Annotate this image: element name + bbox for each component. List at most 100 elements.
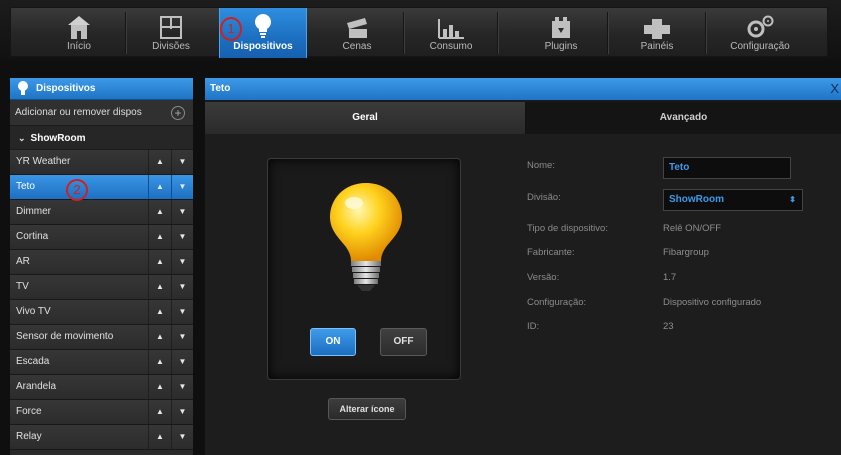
add-remove-devices[interactable]: Adicionar ou remover dispos + (10, 100, 193, 126)
device-item[interactable]: AR ▲ ▼ (10, 250, 193, 275)
nav-configuracao-label: Configuração (730, 41, 790, 52)
move-up-icon[interactable]: ▲ (149, 350, 171, 374)
tipo-label: Tipo de dispositivo: (527, 223, 608, 234)
device-detail-panel: Teto X Geral Avançado ON OFF Alterar íco… (205, 78, 841, 455)
prop-configuracao: Configuração: Dispositivo configurado (527, 297, 827, 311)
device-item[interactable]: TV ▲ ▼ (10, 275, 193, 300)
nav-plugins[interactable]: Plugins (517, 8, 605, 58)
room-group-header[interactable]: ⌄ ShowRoom (10, 126, 193, 150)
device-name: Force (16, 406, 42, 417)
move-down-icon[interactable]: ▼ (171, 150, 193, 174)
detail-tabs: Geral Avançado (205, 102, 841, 134)
home-icon (35, 13, 123, 39)
device-item[interactable]: Escada ▲ ▼ (10, 350, 193, 375)
prop-id: ID: 23 (527, 321, 827, 335)
room-select[interactable]: ShowRoom ⬍ (663, 189, 803, 211)
nav-cenas[interactable]: Cenas (313, 8, 401, 58)
configuracao-value: Dispositivo configurado (663, 297, 762, 308)
device-name: Arandela (16, 381, 57, 392)
device-icon-box: ON OFF (267, 158, 461, 380)
device-item[interactable]: Vivo TV ▲ ▼ (10, 300, 193, 325)
device-item[interactable]: Relay ▲ ▼ (10, 425, 193, 450)
move-up-icon[interactable]: ▲ (149, 150, 171, 174)
tab-geral[interactable]: Geral (205, 102, 526, 134)
detail-title: Teto (210, 83, 231, 94)
room-name: ShowRoom (30, 133, 86, 144)
devices-panel: Dispositivos Adicionar ou remover dispos… (10, 78, 193, 455)
devices-panel-header: Dispositivos (10, 78, 193, 100)
device-item[interactable]: YR Weather ▲ ▼ (10, 150, 193, 175)
move-up-icon[interactable]: ▲ (149, 250, 171, 274)
device-item-selected[interactable]: Teto ▲ ▼ (10, 175, 193, 200)
nav-paineis[interactable]: Painéis (613, 8, 701, 58)
device-name: Sensor de movimento (16, 331, 114, 342)
move-down-icon[interactable]: ▼ (171, 225, 193, 249)
rooms-icon (127, 13, 215, 39)
change-icon-button[interactable]: Alterar ícone (328, 398, 406, 420)
move-down-icon[interactable]: ▼ (171, 425, 193, 449)
versao-label: Versão: (527, 272, 560, 283)
device-item[interactable]: Force ▲ ▼ (10, 400, 193, 425)
move-down-icon[interactable]: ▼ (171, 275, 193, 299)
move-down-icon[interactable]: ▼ (171, 350, 193, 374)
device-item[interactable]: Sensor de movimento ▲ ▼ (10, 325, 193, 350)
device-item[interactable]: Arandela ▲ ▼ (10, 375, 193, 400)
panels-icon (613, 13, 701, 39)
move-down-icon[interactable]: ▼ (171, 400, 193, 424)
off-button[interactable]: OFF (380, 328, 427, 356)
nav-paineis-label: Painéis (640, 41, 674, 52)
move-up-icon[interactable]: ▲ (149, 200, 171, 224)
nav-inicio[interactable]: Início (35, 8, 123, 58)
nav-configuracao[interactable]: Configuração (711, 8, 809, 58)
id-label: ID: (527, 321, 540, 332)
fabricante-value: Fibargroup (663, 247, 709, 258)
select-arrows-icon: ⬍ (789, 195, 796, 204)
prop-versao: Versão: 1.7 (527, 272, 827, 286)
device-name: YR Weather (16, 156, 71, 167)
add-remove-label: Adicionar ou remover dispos (15, 107, 142, 118)
tipo-value: Relê ON/OFF (663, 223, 722, 234)
nav-dispositivos-label: Dispositivos (233, 41, 293, 52)
close-icon[interactable]: X (830, 78, 839, 100)
move-up-icon[interactable]: ▲ (149, 325, 171, 349)
move-up-icon[interactable]: ▲ (149, 275, 171, 299)
move-up-icon[interactable]: ▲ (149, 425, 171, 449)
nav-divisoes[interactable]: Divisões (127, 8, 215, 58)
fabricante-label: Fabricante: (527, 247, 575, 258)
device-item[interactable]: Dimmer ▲ ▼ (10, 200, 193, 225)
device-name: TV (16, 281, 29, 292)
device-name: Relay (16, 431, 42, 442)
move-down-icon[interactable]: ▼ (171, 300, 193, 324)
move-down-icon[interactable]: ▼ (171, 325, 193, 349)
move-down-icon[interactable]: ▼ (171, 250, 193, 274)
plus-circle-icon[interactable]: + (171, 106, 185, 120)
move-up-icon[interactable]: ▲ (149, 375, 171, 399)
nav-consumo[interactable]: Consumo (407, 8, 495, 58)
prop-fabricante: Fabricante: Fibargroup (527, 247, 827, 261)
move-down-icon[interactable]: ▼ (171, 200, 193, 224)
plugins-icon (517, 13, 605, 39)
device-name: Vivo TV (16, 306, 51, 317)
callout-two: 2 (66, 179, 88, 201)
device-item[interactable]: Cortina ▲ ▼ (10, 225, 193, 250)
device-name: AR (16, 256, 30, 267)
move-up-icon[interactable]: ▲ (149, 400, 171, 424)
id-value: 23 (663, 321, 674, 332)
move-down-icon[interactable]: ▼ (171, 175, 193, 199)
tab-avancado[interactable]: Avançado (526, 102, 841, 134)
bulb-icon (18, 81, 28, 95)
gears-icon (711, 13, 809, 39)
device-name: Escada (16, 356, 50, 367)
move-up-icon[interactable]: ▲ (149, 300, 171, 324)
scenes-icon (313, 13, 401, 39)
move-up-icon[interactable]: ▲ (149, 225, 171, 249)
devices-panel-title: Dispositivos (36, 83, 96, 94)
move-down-icon[interactable]: ▼ (171, 375, 193, 399)
nav-inicio-label: Início (67, 41, 91, 52)
device-name: Cortina (16, 231, 49, 242)
name-field[interactable]: Teto (663, 157, 791, 179)
move-up-icon[interactable]: ▲ (149, 175, 171, 199)
name-value: Teto (669, 162, 690, 173)
chevron-down-icon: ⌄ (18, 133, 26, 143)
on-button[interactable]: ON (310, 328, 356, 356)
